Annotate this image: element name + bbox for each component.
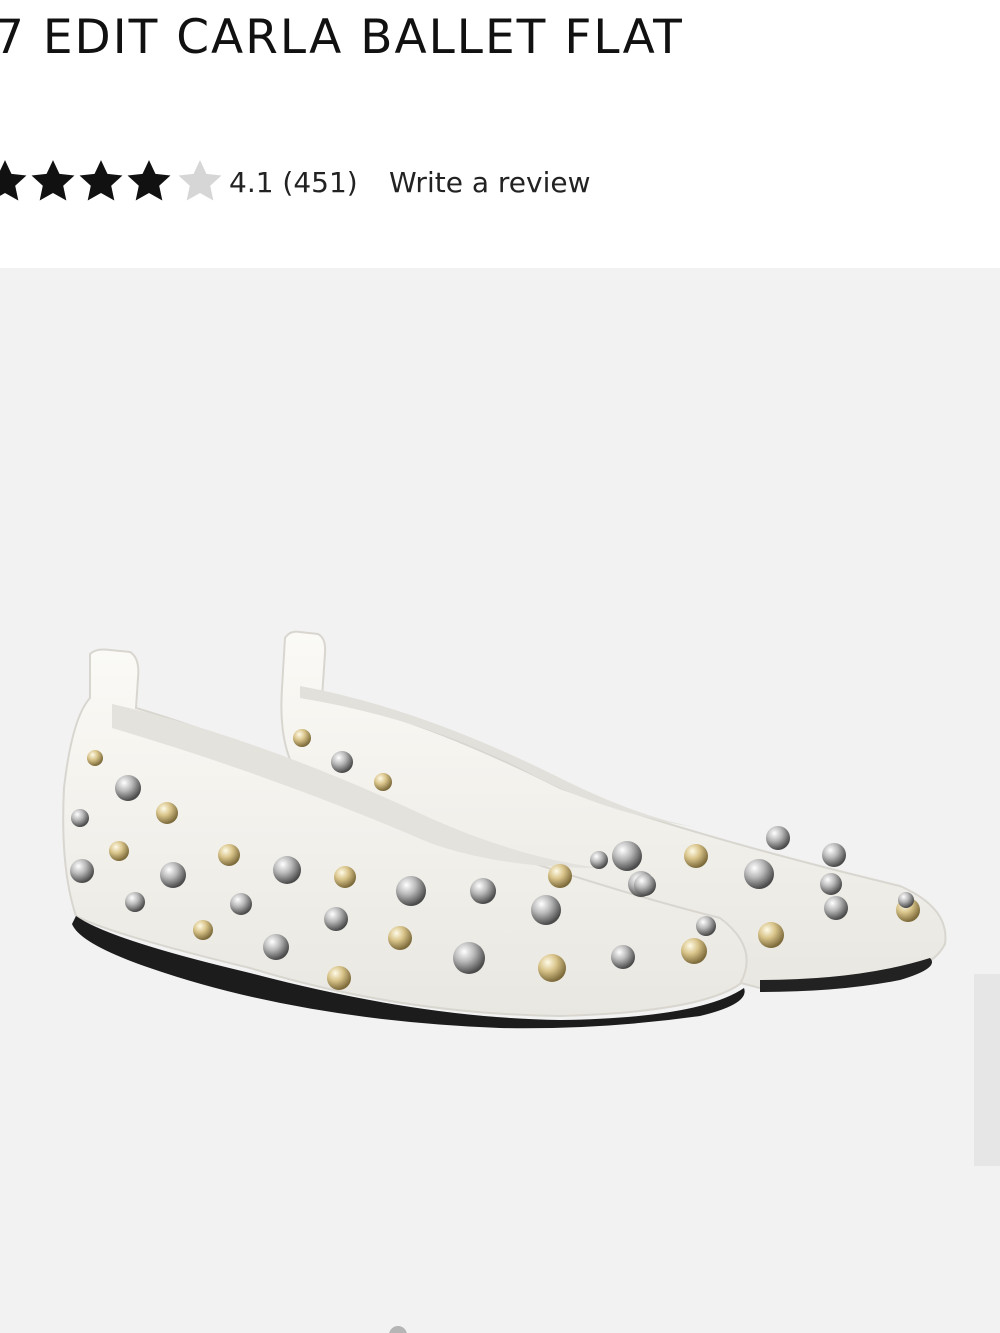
product-image-gallery[interactable] — [0, 268, 1000, 1333]
star-icon — [0, 160, 27, 201]
rating-value: 4.1 (451) — [229, 166, 358, 199]
star-icon — [79, 160, 123, 201]
product-title: 7 EDIT CARLA BALLET FLAT — [0, 10, 684, 65]
star-empty-icon — [178, 160, 222, 201]
star-icon — [127, 160, 171, 201]
write-review-link[interactable]: Write a review — [389, 166, 590, 199]
rating-row: 4.1 (451) Write a review — [0, 152, 1000, 212]
star-icon — [31, 160, 75, 201]
product-photo — [62, 630, 947, 1029]
next-image-tab[interactable] — [974, 974, 1000, 1166]
